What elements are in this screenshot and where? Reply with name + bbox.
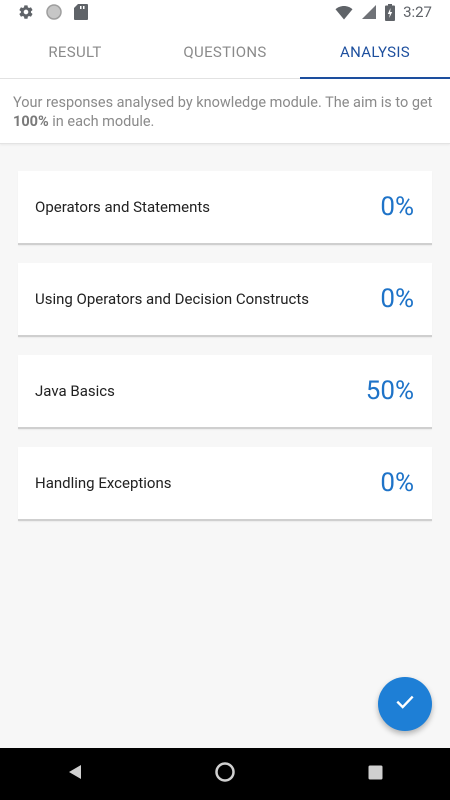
tab-result[interactable]: RESULT: [0, 26, 150, 78]
check-icon: [394, 691, 416, 717]
wifi-icon: [335, 4, 353, 20]
tab-bar: RESULT QUESTIONS ANALYSIS: [0, 26, 450, 79]
module-card[interactable]: Using Operators and Decision Constructs …: [18, 263, 432, 337]
status-bar: 3:27: [0, 0, 450, 26]
gear-icon: [18, 4, 34, 20]
info-text-before: Your responses analysed by knowledge mod…: [13, 94, 433, 111]
home-icon: [214, 761, 236, 787]
info-banner: Your responses analysed by knowledge mod…: [0, 79, 450, 144]
back-button[interactable]: [45, 748, 105, 800]
module-score: 0%: [380, 284, 414, 314]
battery-icon: [385, 3, 396, 21]
recents-button[interactable]: [345, 748, 405, 800]
tab-analysis[interactable]: ANALYSIS: [300, 26, 450, 79]
navigation-bar: [0, 748, 450, 800]
module-card[interactable]: Operators and Statements 0%: [18, 171, 432, 245]
module-card[interactable]: Java Basics 50%: [18, 355, 432, 429]
module-name: Handling Exceptions: [35, 474, 172, 492]
module-score: 50%: [365, 376, 414, 406]
home-button[interactable]: [195, 748, 255, 800]
recents-icon: [368, 765, 383, 784]
circle-icon: [46, 4, 62, 20]
signal-icon: [361, 4, 377, 20]
module-list: Operators and Statements 0% Using Operat…: [18, 171, 432, 539]
done-fab-button[interactable]: [378, 677, 432, 731]
info-highlight: 100%: [13, 113, 49, 130]
status-time: 3:27: [403, 3, 432, 21]
sd-card-icon: [74, 4, 88, 20]
back-icon: [67, 764, 83, 784]
module-name: Operators and Statements: [35, 198, 211, 216]
module-score: 0%: [380, 192, 414, 222]
module-score: 0%: [380, 468, 414, 498]
info-text-after: in each module.: [48, 113, 155, 130]
module-name: Java Basics: [35, 382, 115, 400]
module-card[interactable]: Handling Exceptions 0%: [18, 447, 432, 521]
module-name: Using Operators and Decision Constructs: [35, 290, 310, 308]
tab-questions[interactable]: QUESTIONS: [150, 26, 300, 78]
info-text: Your responses analysed by knowledge mod…: [0, 79, 450, 131]
